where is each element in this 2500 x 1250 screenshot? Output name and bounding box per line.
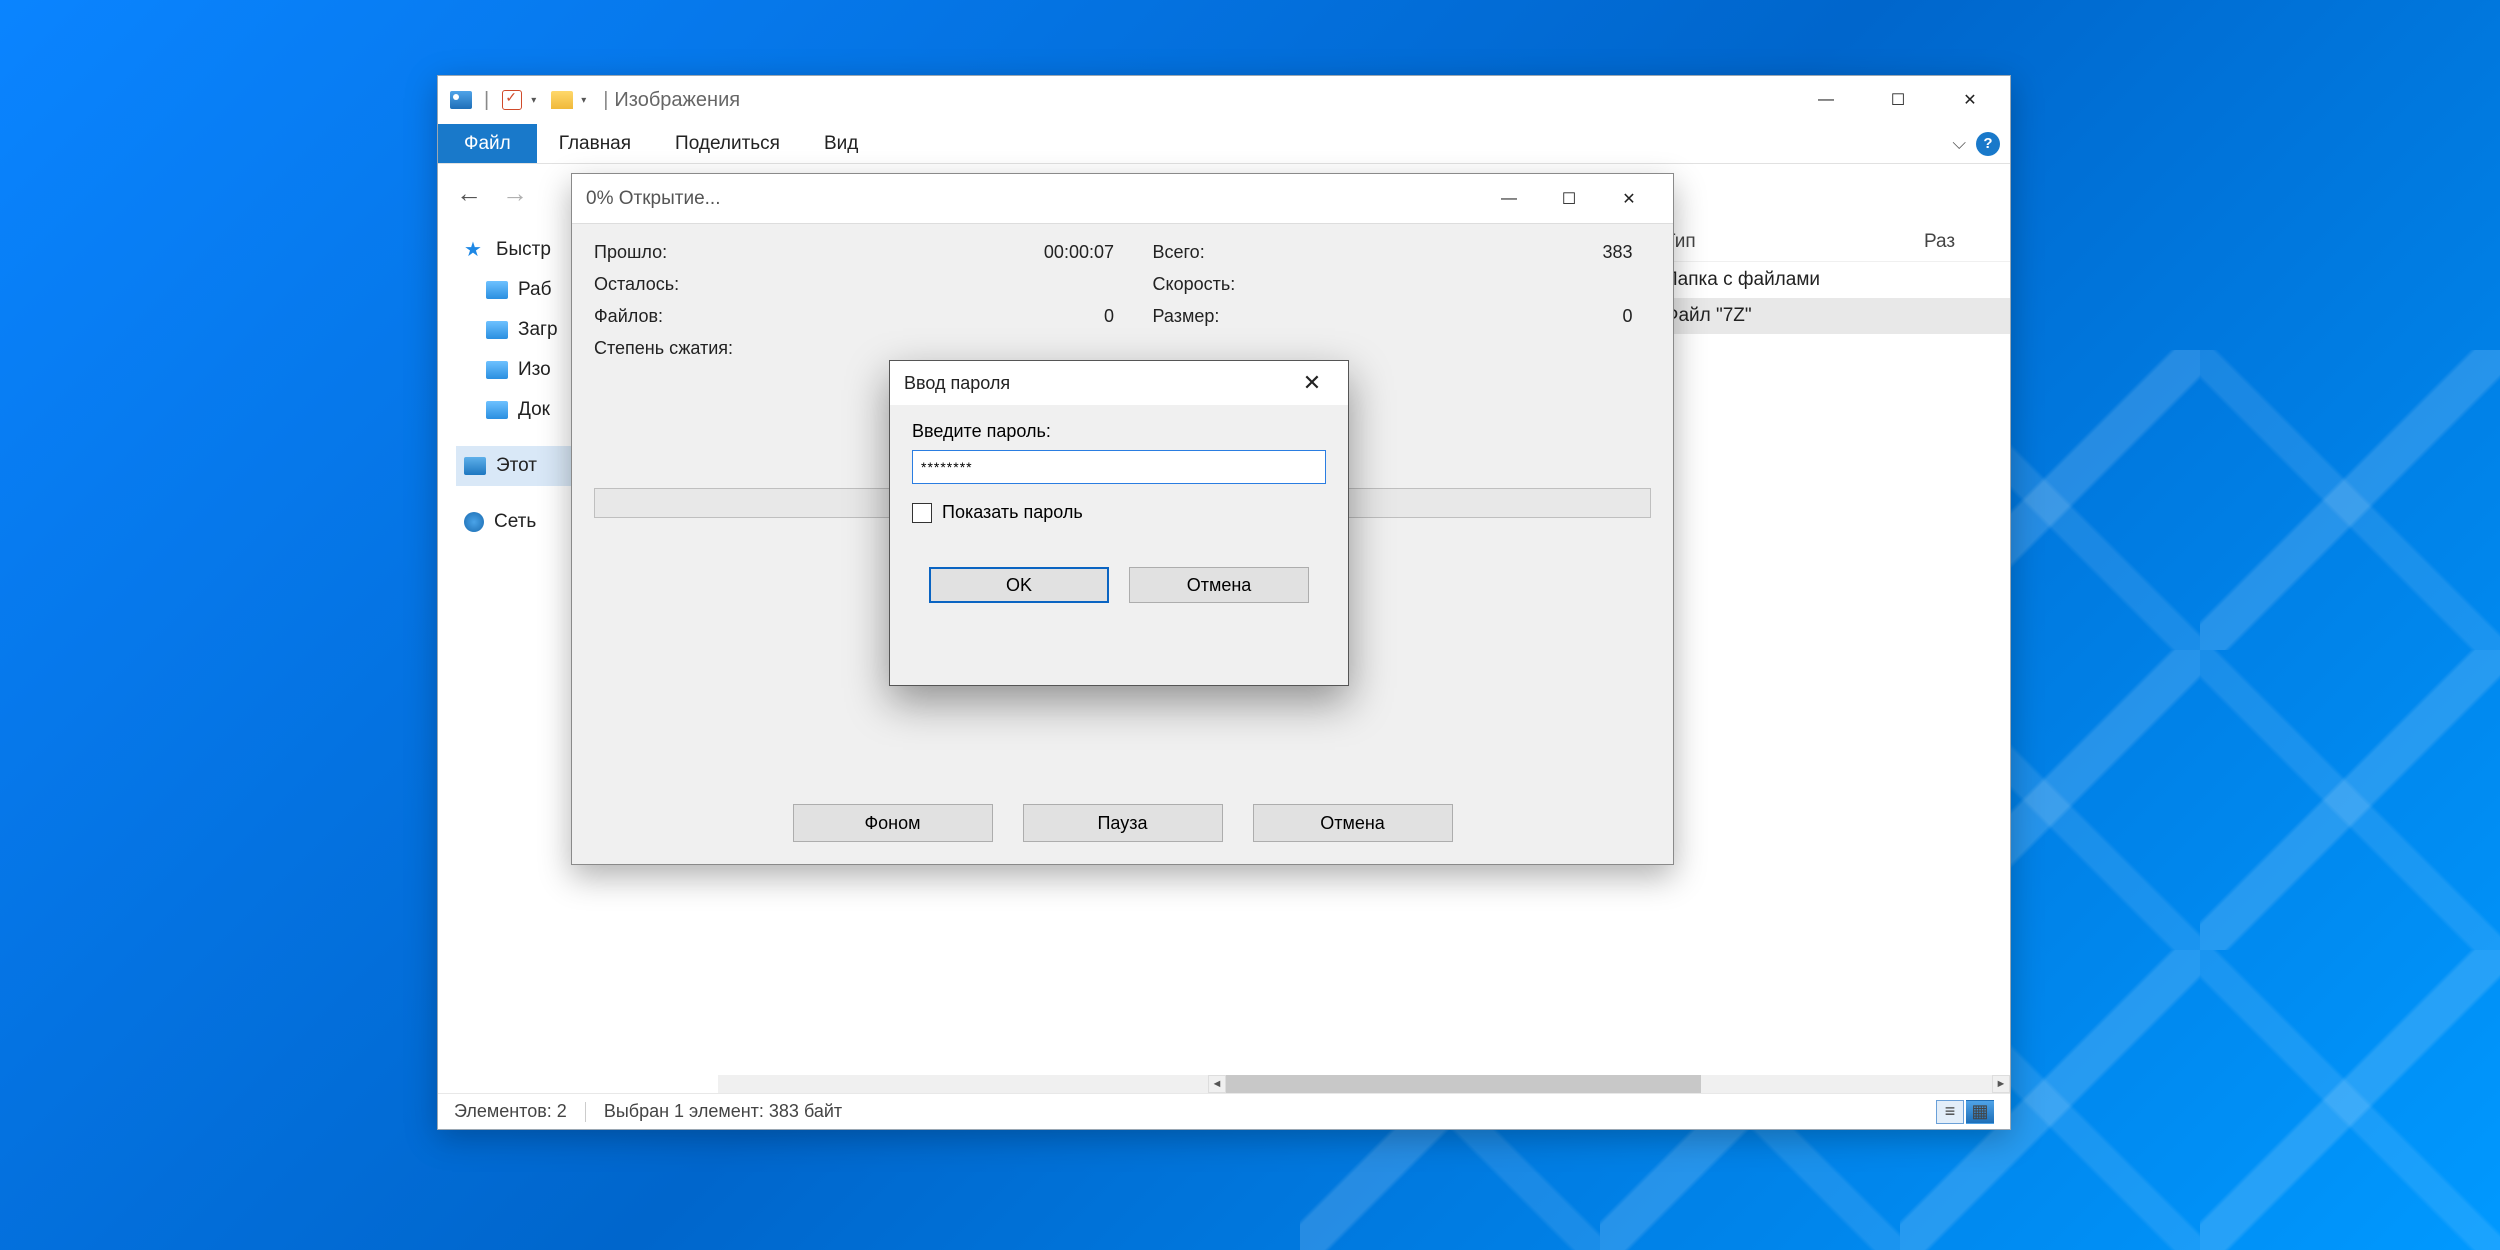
back-button[interactable]: ← (452, 178, 486, 209)
elapsed-label: Прошло: (594, 242, 794, 274)
horizontal-scrollbar[interactable]: ◄ ► (718, 1075, 2010, 1093)
maximize-button[interactable]: ☐ (1862, 76, 1934, 124)
password-dialog: Ввод пароля ✕ Введите пароль: Показать п… (889, 360, 1349, 686)
scroll-thumb[interactable] (1226, 1075, 1701, 1093)
share-tab[interactable]: Поделиться (653, 124, 802, 163)
pause-button[interactable]: Пауза (1023, 804, 1223, 842)
forward-button[interactable]: → (498, 178, 532, 209)
photo-app-icon (448, 87, 474, 113)
titlebar[interactable]: | ▾ ▾ | Изображения ― ☐ ✕ (438, 76, 2010, 124)
minimize-button[interactable]: ― (1790, 76, 1862, 124)
maximize-button[interactable]: ☐ (1539, 174, 1599, 224)
show-password-checkbox[interactable] (912, 503, 932, 523)
separator: | (480, 89, 493, 112)
window-title: Изображения (614, 89, 740, 112)
scroll-track[interactable] (1226, 1075, 1992, 1093)
home-tab[interactable]: Главная (537, 124, 653, 163)
scroll-left-icon[interactable]: ◄ (1208, 1075, 1226, 1093)
close-button[interactable]: ✕ (1599, 174, 1659, 224)
cancel-button[interactable]: Отмена (1253, 804, 1453, 842)
progress-title-text: 0% Открытие... (586, 188, 720, 210)
password-prompt: Введите пароль: (912, 421, 1326, 442)
ribbon: Файл Главная Поделиться Вид ⌵ ? (438, 124, 2010, 164)
total-label: Всего: (1153, 242, 1353, 274)
show-password-label: Показать пароль (942, 502, 1083, 523)
progress-titlebar[interactable]: 0% Открытие... ― ☐ ✕ (572, 174, 1673, 224)
background-button[interactable]: Фоном (793, 804, 993, 842)
minimize-button[interactable]: ― (1479, 174, 1539, 224)
col-type[interactable]: Тип (1650, 231, 1910, 253)
separator (585, 1102, 586, 1122)
ratio-label: Степень сжатия: (594, 338, 794, 370)
elapsed-value: 00:00:07 (794, 242, 1114, 274)
separator: | (599, 89, 612, 112)
dropdown-icon[interactable]: ▾ (531, 95, 543, 106)
help-icon[interactable]: ? (1976, 132, 2000, 156)
chevron-down-icon[interactable]: ⌵ (1952, 133, 1966, 154)
details-view-button[interactable]: ≡ (1936, 1100, 1964, 1124)
files-label: Файлов: (594, 306, 794, 338)
checkbox-icon[interactable] (499, 87, 525, 113)
folder-icon (549, 87, 575, 113)
view-tab[interactable]: Вид (802, 124, 880, 163)
file-tab[interactable]: Файл (438, 124, 537, 163)
size-label: Размер: (1153, 306, 1353, 338)
thumbnails-view-button[interactable]: ▦ (1966, 1100, 1994, 1124)
ok-button[interactable]: OK (929, 567, 1109, 603)
statusbar: Элементов: 2 Выбран 1 элемент: 383 байт … (438, 1093, 2010, 1129)
scroll-right-icon[interactable]: ► (1992, 1075, 2010, 1093)
total-value: 383 (1353, 242, 1633, 274)
password-titlebar[interactable]: Ввод пароля ✕ (890, 361, 1348, 405)
files-value: 0 (794, 306, 1114, 338)
col-size[interactable]: Раз (1910, 231, 2010, 253)
speed-label: Скорость: (1153, 274, 1345, 306)
dropdown-icon[interactable]: ▾ (581, 95, 593, 106)
remaining-label: Осталось: (594, 274, 794, 306)
size-value: 0 (1353, 306, 1633, 338)
cancel-button[interactable]: Отмена (1129, 567, 1309, 603)
status-selected: Выбран 1 элемент: 383 байт (604, 1101, 842, 1122)
password-input[interactable] (912, 450, 1326, 484)
close-button[interactable]: ✕ (1934, 76, 2006, 124)
status-items: Элементов: 2 (454, 1101, 567, 1122)
password-title-text: Ввод пароля (904, 373, 1010, 394)
close-button[interactable]: ✕ (1290, 361, 1334, 405)
